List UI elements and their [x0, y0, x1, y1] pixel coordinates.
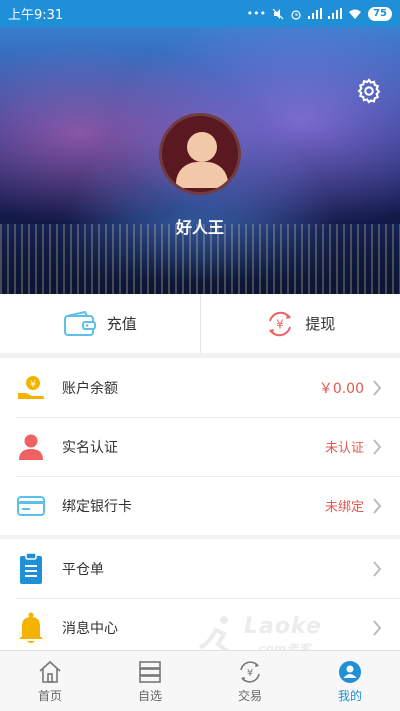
tab-home[interactable]: 首页 — [0, 651, 100, 711]
verification-label: 实名认证 — [62, 439, 118, 456]
chevron-right-icon — [373, 619, 382, 636]
tab-mine[interactable]: 我的 — [300, 651, 400, 711]
status-bar: 上午9:31 ••• 75 — [0, 0, 400, 27]
wallet-icon — [63, 310, 96, 336]
wallet-actions: 充值 ¥ 提现 — [0, 294, 400, 353]
settings-gear-icon[interactable] — [355, 77, 383, 105]
avatar[interactable] — [159, 113, 241, 195]
signal-icon — [308, 8, 323, 19]
clipboard-icon — [16, 552, 46, 584]
tab-watchlist[interactable]: 自选 — [100, 651, 200, 711]
dots-icon: ••• — [246, 7, 267, 20]
username: 好人王 — [175, 218, 224, 237]
bank-card-icon — [16, 491, 46, 521]
closed-orders-label: 平仓单 — [62, 561, 104, 578]
other-list: 平仓单 消息中心 — [0, 539, 400, 657]
verification-status: 未认证 — [324, 441, 364, 456]
list-item-balance[interactable]: ¥ 账户余额 ￥0.00 — [0, 358, 400, 417]
mute-icon — [272, 8, 284, 19]
bank-card-label: 绑定银行卡 — [62, 498, 132, 515]
person-icon — [16, 432, 46, 462]
bottom-tab-bar: 首页 自选 ¥ 交易 我的 — [0, 650, 400, 711]
profile-header: 好人王 — [0, 27, 400, 294]
list-item-closed-orders[interactable]: 平仓单 — [0, 539, 400, 598]
bank-card-status: 未绑定 — [324, 500, 364, 515]
recharge-label: 充值 — [106, 315, 137, 333]
status-time: 上午9:31 — [8, 8, 64, 23]
trade-icon: ¥ — [240, 660, 260, 683]
account-list: ¥ 账户余额 ￥0.00 实名认证 未认证 绑定银行卡 未绑定 — [0, 358, 400, 535]
svg-text:¥: ¥ — [247, 668, 253, 679]
status-icons: ••• 75 — [246, 6, 392, 21]
tab-mine-label: 我的 — [337, 688, 362, 703]
svg-text:¥: ¥ — [30, 380, 36, 390]
battery-indicator: 75 — [368, 6, 392, 21]
server-icon — [139, 660, 161, 683]
message-center-label: 消息中心 — [62, 620, 118, 637]
avatar-body — [176, 162, 228, 188]
user-circle-icon — [339, 660, 361, 683]
chevron-right-icon — [373, 438, 382, 455]
tab-watchlist-label: 自选 — [137, 688, 162, 703]
tab-trade-label: 交易 — [237, 688, 262, 703]
chevron-right-icon — [373, 379, 382, 396]
alarm-icon — [291, 9, 301, 20]
balance-value: ￥0.00 — [318, 380, 364, 397]
list-item-message-center[interactable]: 消息中心 — [0, 598, 400, 657]
tab-home-label: 首页 — [37, 688, 62, 703]
svg-text:¥: ¥ — [276, 317, 284, 331]
list-item-verification[interactable]: 实名认证 未认证 — [0, 417, 400, 476]
tab-trade[interactable]: ¥ 交易 — [200, 651, 300, 711]
chevron-right-icon — [373, 560, 382, 577]
bell-icon — [16, 612, 46, 643]
home-icon — [39, 660, 61, 683]
coin-hand-icon: ¥ — [16, 373, 46, 403]
avatar-head — [187, 132, 217, 162]
wifi-icon — [349, 9, 362, 19]
yuan-exchange-icon: ¥ — [269, 311, 292, 336]
signal-icon — [328, 8, 343, 19]
recharge-button[interactable]: 充值 — [0, 294, 200, 353]
balance-label: 账户余额 — [62, 380, 118, 397]
chevron-right-icon — [373, 497, 382, 514]
withdraw-label: 提现 — [305, 315, 336, 333]
withdraw-button[interactable]: ¥ 提现 — [199, 294, 400, 353]
list-item-bank-card[interactable]: 绑定银行卡 未绑定 — [0, 476, 400, 535]
